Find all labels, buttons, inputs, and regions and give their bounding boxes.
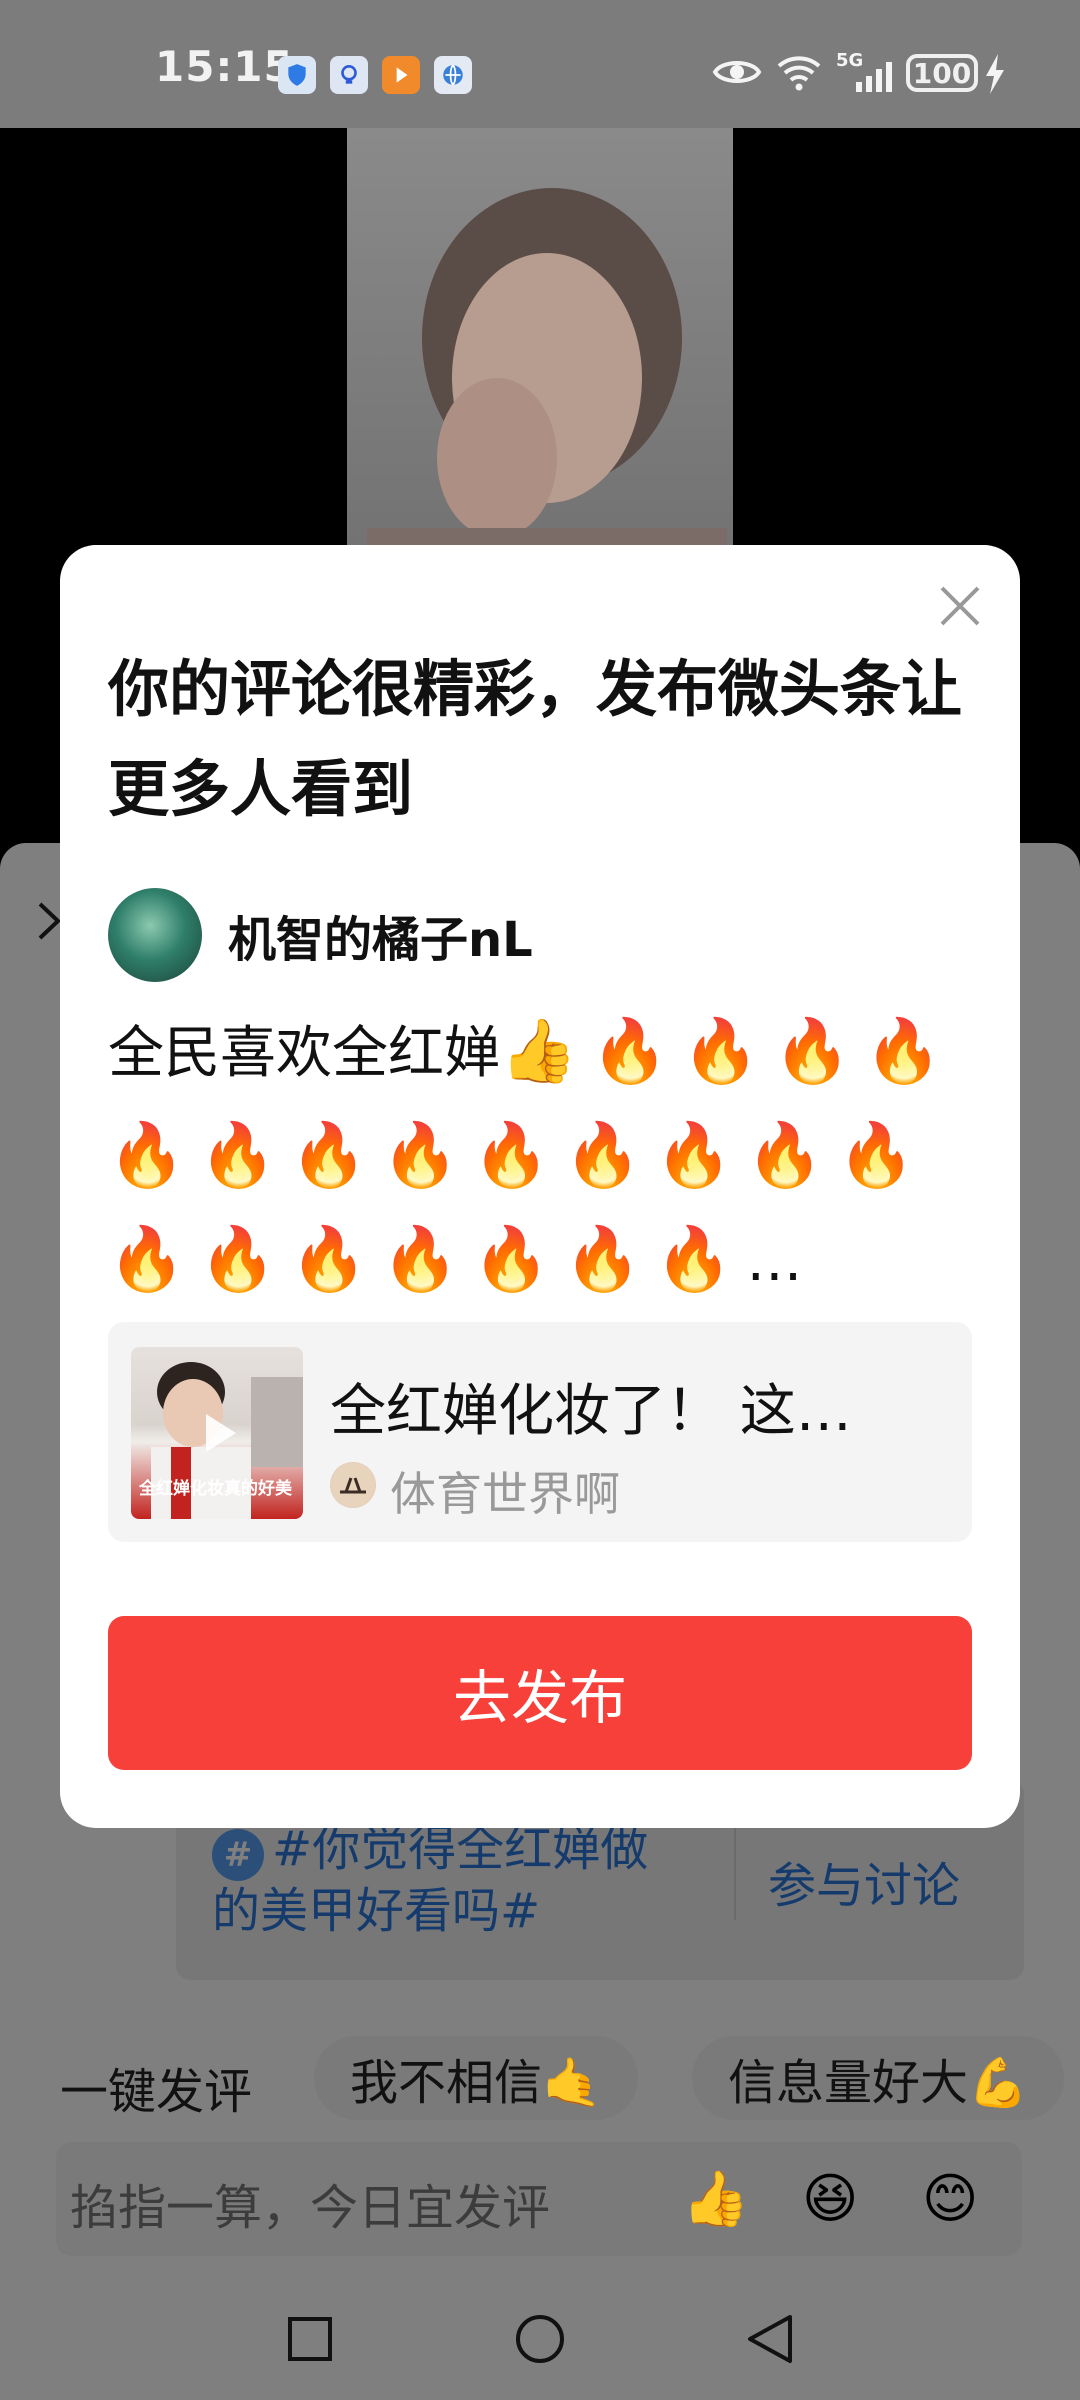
torch-emoji: 🔥: [591, 1014, 669, 1087]
comment-input-placeholder: 掐指一算，今日宜发评: [70, 2180, 551, 2236]
quick-comment-label: 一键发评: [60, 2064, 253, 2120]
wifi-icon: [776, 52, 822, 96]
torch-emoji: 🔥: [290, 1222, 368, 1295]
torch-emoji: 🔥: [773, 1014, 851, 1087]
publish-button[interactable]: 去发布: [108, 1616, 972, 1770]
torch-emoji: 🔥: [682, 1014, 760, 1087]
signal-icon: [838, 62, 894, 96]
status-time: 15:15: [155, 42, 294, 91]
divider: [734, 1820, 736, 1920]
back-icon[interactable]: [744, 2313, 796, 2369]
topic-title[interactable]: #你觉得全红婵做的美甲好看吗#: [212, 1818, 672, 1942]
close-icon[interactable]: [934, 580, 986, 632]
torch-emoji: 🔥: [655, 1222, 733, 1295]
comment-ellipsis: …: [746, 1229, 803, 1294]
torch-emoji: 🔥: [199, 1222, 277, 1295]
thumbs-up-emoji-button[interactable]: 👍: [682, 2160, 749, 2238]
torch-emoji: 🔥: [108, 1118, 186, 1191]
torch-emoji: 🔥: [746, 1118, 824, 1191]
thumbs-up-emoji: 👍: [500, 1014, 578, 1087]
recent-apps-icon[interactable]: [286, 2315, 334, 2367]
quick-reply-chip[interactable]: 信息量好大💪: [692, 2036, 1064, 2120]
comment-text-body: 全民喜欢全红婵: [108, 1021, 500, 1086]
comment-text: 全民喜欢全红婵👍 🔥 🔥 🔥 🔥🔥 🔥 🔥 🔥 🔥 🔥 🔥 🔥 🔥🔥 🔥 🔥 🔥 🔥 🔥 🔥…: [108, 1000, 968, 1312]
video-app-icon: [382, 56, 420, 94]
browser-app-icon: [434, 56, 472, 94]
torch-emoji: 🔥: [199, 1118, 277, 1191]
author-avatar: [330, 1462, 376, 1508]
bulb-app-icon: [330, 56, 368, 94]
charging-icon: [984, 54, 1006, 98]
eye-icon: [712, 54, 762, 94]
smile-emoji-button[interactable]: 😊: [922, 2160, 978, 2238]
username[interactable]: 机智的橘子nL: [228, 900, 533, 970]
laughing-emoji-button[interactable]: 😆: [802, 2160, 858, 2238]
torch-emoji: 🔥: [381, 1118, 459, 1191]
torch-emoji: 🔥: [472, 1222, 551, 1295]
torch-emoji: 🔥: [290, 1118, 368, 1191]
quick-reply-chip[interactable]: 我不相信🤙: [314, 2036, 638, 2120]
torch-emoji: 🔥: [864, 1014, 943, 1087]
battery-indicator: 100: [906, 54, 978, 92]
torch-emoji: 🔥: [381, 1222, 459, 1295]
home-icon[interactable]: [514, 2313, 566, 2369]
torch-emoji: 🔥: [655, 1118, 733, 1191]
torch-emoji: 🔥: [564, 1118, 642, 1191]
avatar[interactable]: [108, 888, 202, 982]
torch-emoji: 🔥: [837, 1118, 915, 1191]
thumbnail-caption: 全红婵化妆真的好美: [139, 1479, 292, 1499]
torch-emoji: 🔥: [108, 1222, 186, 1295]
play-icon: [196, 1410, 242, 1456]
post-author: 体育世界啊: [390, 1467, 620, 1521]
torch-emoji: 🔥: [472, 1118, 551, 1191]
shield-app-icon: [278, 56, 316, 94]
torch-emoji: 🔥: [564, 1222, 642, 1295]
join-discussion-button[interactable]: 参与讨论: [768, 1846, 960, 1916]
post-title[interactable]: 全红婵化妆了！ 这…: [330, 1366, 852, 1447]
dialog-title: 你的评论很精彩，发布微头条让更多人看到: [108, 654, 963, 825]
